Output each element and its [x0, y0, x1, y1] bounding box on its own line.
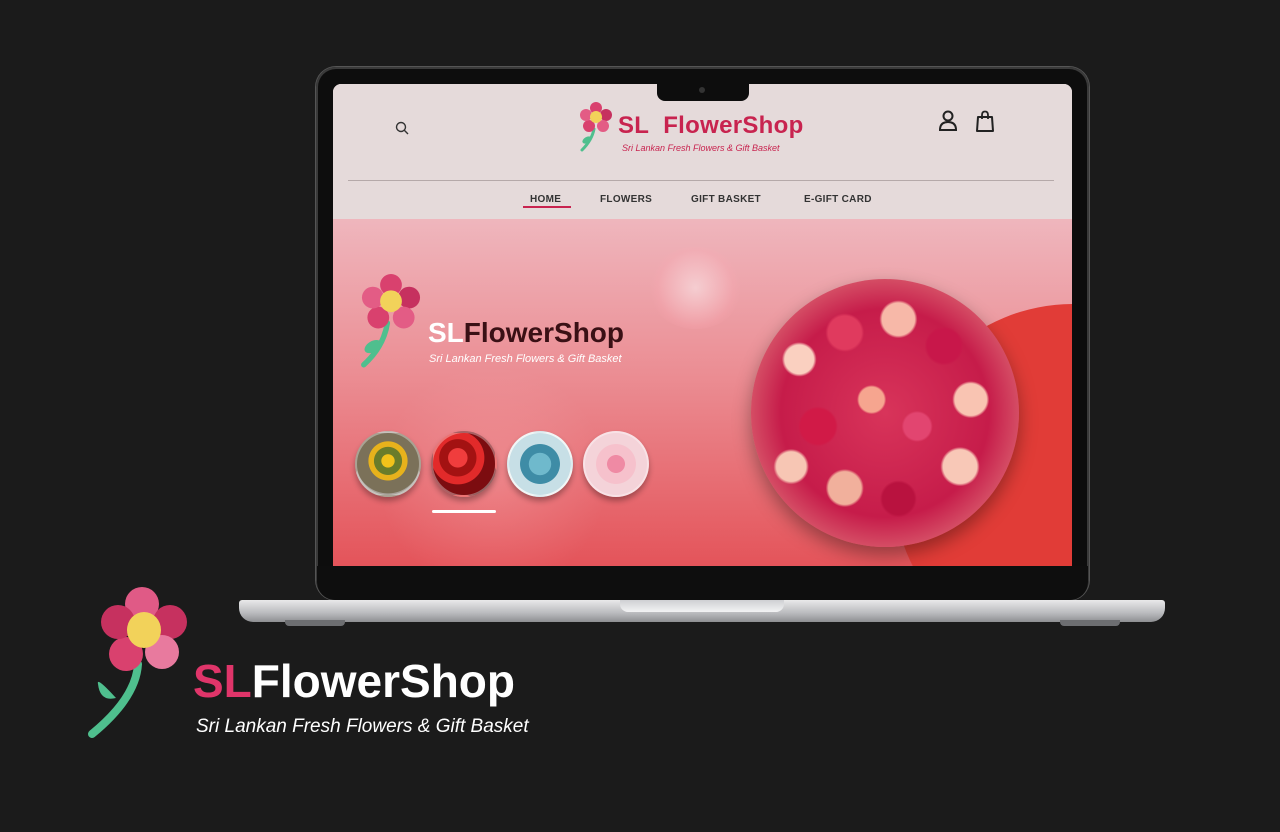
nav-e-gift-card[interactable]: E-GIFT CARD [804, 194, 872, 205]
nav-home[interactable]: HOME [530, 194, 561, 205]
hero-brand-name: SLFlowerShop [428, 317, 624, 349]
footer-tagline: Sri Lankan Fresh Flowers & Gift Basket [196, 716, 529, 737]
site-header: SL FlowerShop Sri Lankan Fresh Flowers &… [333, 84, 1072, 219]
hero-brand-sl: SL [428, 317, 464, 348]
brand-tagline: Sri Lankan Fresh Flowers & Gift Basket [622, 143, 780, 153]
brand-sl: SL [618, 112, 650, 139]
shopping-bag-icon[interactable] [975, 110, 995, 132]
featured-roses-image [751, 279, 1019, 547]
header-brand[interactable]: SL FlowerShop Sri Lankan Fresh Flowers &… [578, 102, 818, 162]
brand-rest: FlowerShop [663, 112, 804, 139]
camera [699, 87, 705, 93]
thumbnail-pink-roses[interactable] [583, 431, 649, 497]
thumbnail-red-roses[interactable] [431, 431, 497, 497]
search-icon[interactable] [395, 121, 409, 135]
nav-gift-basket[interactable]: GIFT BASKET [691, 194, 761, 205]
laptop-notch [657, 84, 749, 101]
laptop-base-notch [620, 600, 784, 612]
laptop-foot-right [1060, 620, 1120, 626]
thumbnail-sunflowers[interactable] [355, 431, 421, 497]
hero-brand-rest: FlowerShop [463, 317, 625, 348]
footer-brand-rest: FlowerShop [251, 655, 516, 707]
hero-banner: SLFlowerShop Sri Lankan Fresh Flowers & … [333, 219, 1072, 566]
header-divider [348, 180, 1054, 181]
laptop-foot-left [285, 620, 345, 626]
footer-brand-sl: SL [193, 655, 252, 707]
footer-brand-name: SLFlowerShop [193, 654, 515, 708]
nav-flowers[interactable]: FLOWERS [600, 194, 652, 205]
main-nav: HOME FLOWERS GIFT BASKET E-GIFT CARD [333, 190, 1072, 214]
laptop-screen: SL FlowerShop Sri Lankan Fresh Flowers &… [333, 84, 1072, 566]
flower-logo-icon [580, 102, 612, 152]
thumbnail-active-indicator [432, 510, 496, 513]
footer-flower-logo-icon [88, 587, 187, 738]
brand-name: SL FlowerShop [618, 112, 804, 140]
hero-tagline: Sri Lankan Fresh Flowers & Gift Basket [429, 353, 622, 365]
laptop-bezel-bottom [317, 566, 1088, 600]
thumbnail-blue-bouquet[interactable] [507, 431, 573, 497]
hero-flower-logo-icon [361, 274, 421, 368]
nav-active-indicator [523, 206, 571, 208]
user-icon[interactable] [938, 110, 958, 132]
background-rose-small [648, 247, 743, 329]
